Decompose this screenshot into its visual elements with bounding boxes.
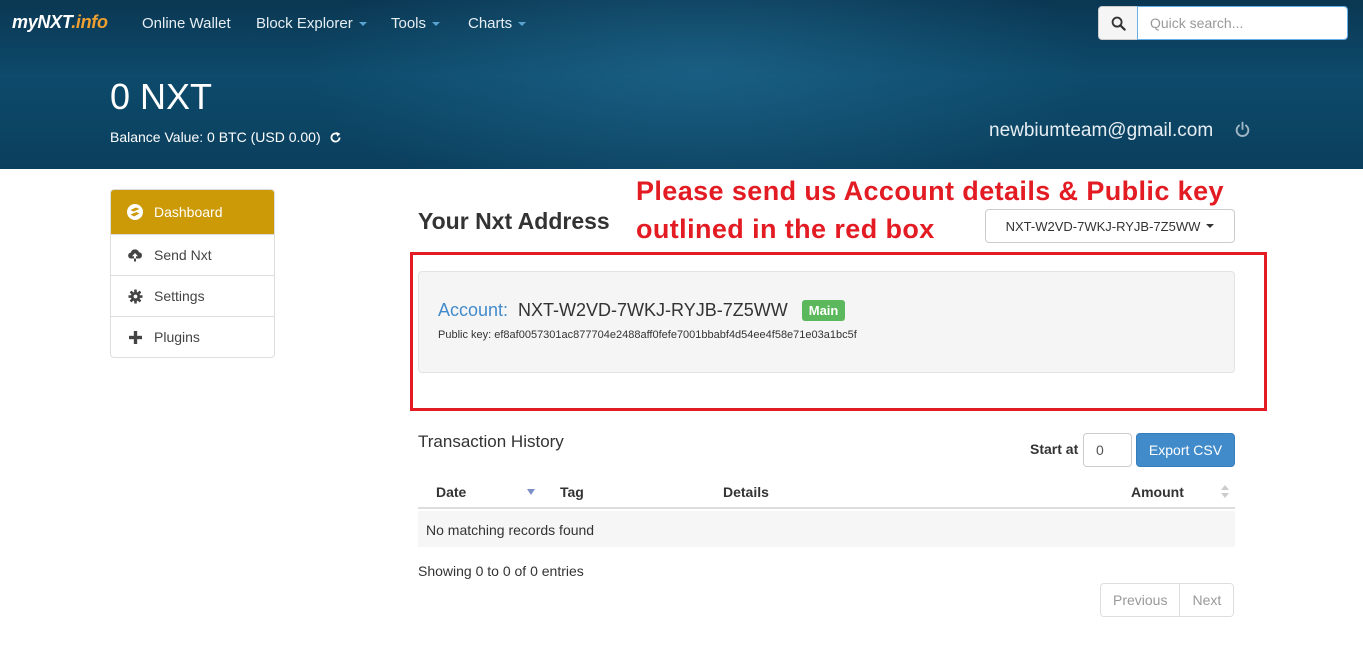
next-button[interactable]: Next: [1179, 584, 1234, 616]
chevron-down-icon: [518, 22, 527, 27]
column-amount[interactable]: Amount: [1131, 484, 1184, 500]
nav-block-explorer[interactable]: Block Explorer: [256, 15, 367, 32]
nav-charts[interactable]: Charts: [468, 15, 527, 32]
sidebar-item-plugins[interactable]: Plugins: [111, 316, 274, 357]
power-icon[interactable]: [1234, 121, 1251, 138]
account-line: Account: NXT-W2VD-7WKJ-RYJB-7Z5WW Main: [438, 300, 846, 321]
sidebar-item-label: Plugins: [154, 329, 200, 345]
sort-desc-icon[interactable]: [527, 489, 535, 495]
cloud-upload-icon: [126, 246, 144, 264]
start-at-label: Start at: [1030, 441, 1079, 457]
nav-tools[interactable]: Tools: [391, 15, 441, 32]
nav-label: Block Explorer: [256, 15, 353, 32]
public-key: Public key: ef8af0057301ac877704e2488aff…: [438, 329, 857, 341]
nav-label: Charts: [468, 15, 513, 32]
header-banner: myNXT.info Online Wallet Block Explorer …: [0, 0, 1363, 169]
gear-icon: [126, 287, 144, 305]
balance-value: Balance Value: 0 BTC (USD 0.00): [110, 129, 342, 145]
chevron-down-icon: [432, 22, 441, 27]
navbar: myNXT.info Online Wallet Block Explorer …: [0, 0, 1363, 46]
column-tag[interactable]: Tag: [560, 484, 584, 500]
transaction-table-header: Date Tag Details Amount: [418, 475, 1235, 509]
transaction-history-title: Transaction History: [418, 432, 564, 451]
refresh-icon[interactable]: [329, 131, 342, 144]
empty-table-message: No matching records found: [418, 511, 1235, 547]
brand-accent: .info: [71, 12, 108, 32]
column-date[interactable]: Date: [436, 484, 466, 500]
search-input[interactable]: [1137, 6, 1348, 40]
account-panel: Account: NXT-W2VD-7WKJ-RYJB-7Z5WW Main P…: [418, 271, 1235, 373]
previous-button[interactable]: Previous: [1101, 584, 1180, 616]
main-badge: Main: [801, 300, 846, 321]
sidebar-item-label: Settings: [154, 288, 205, 304]
sidebar-item-label: Dashboard: [154, 204, 223, 220]
sidebar-item-settings[interactable]: Settings: [111, 275, 274, 316]
user-email[interactable]: newbiumteam@gmail.com: [989, 120, 1213, 142]
annotation-note: Please send us Account details & Public …: [636, 176, 1224, 244]
nav-label: Online Wallet: [142, 15, 231, 32]
nav-label: Tools: [391, 15, 427, 32]
search-icon: [1111, 16, 1126, 31]
pagination: Previous Next: [1100, 583, 1235, 617]
sort-icon[interactable]: [1221, 484, 1229, 499]
page-title: Your Nxt Address: [418, 208, 610, 234]
plus-icon: [126, 328, 144, 346]
search-button[interactable]: [1098, 6, 1138, 40]
export-csv-button[interactable]: Export CSV: [1136, 433, 1235, 467]
balance-value-text: Balance Value: 0 BTC (USD 0.00): [110, 129, 321, 145]
sidebar-item-send-nxt[interactable]: Send Nxt: [111, 234, 274, 275]
account-id: NXT-W2VD-7WKJ-RYJB-7Z5WW: [518, 300, 788, 320]
table-info: Showing 0 to 0 of 0 entries: [418, 563, 584, 579]
sidebar: Dashboard Send Nxt Settings Plugins: [110, 189, 275, 358]
chevron-down-icon: [358, 22, 367, 27]
nav-online-wallet[interactable]: Online Wallet: [142, 15, 231, 32]
sidebar-item-label: Send Nxt: [154, 247, 212, 263]
brand-name: myNXT: [12, 12, 72, 32]
logo-icon: [126, 203, 144, 221]
brand-logo[interactable]: myNXT.info: [12, 12, 108, 33]
start-at-input[interactable]: [1083, 433, 1132, 467]
sidebar-item-dashboard[interactable]: Dashboard: [111, 190, 274, 234]
account-label: Account:: [438, 300, 509, 320]
column-details[interactable]: Details: [723, 484, 769, 500]
balance-amount: 0 NXT: [110, 76, 213, 117]
